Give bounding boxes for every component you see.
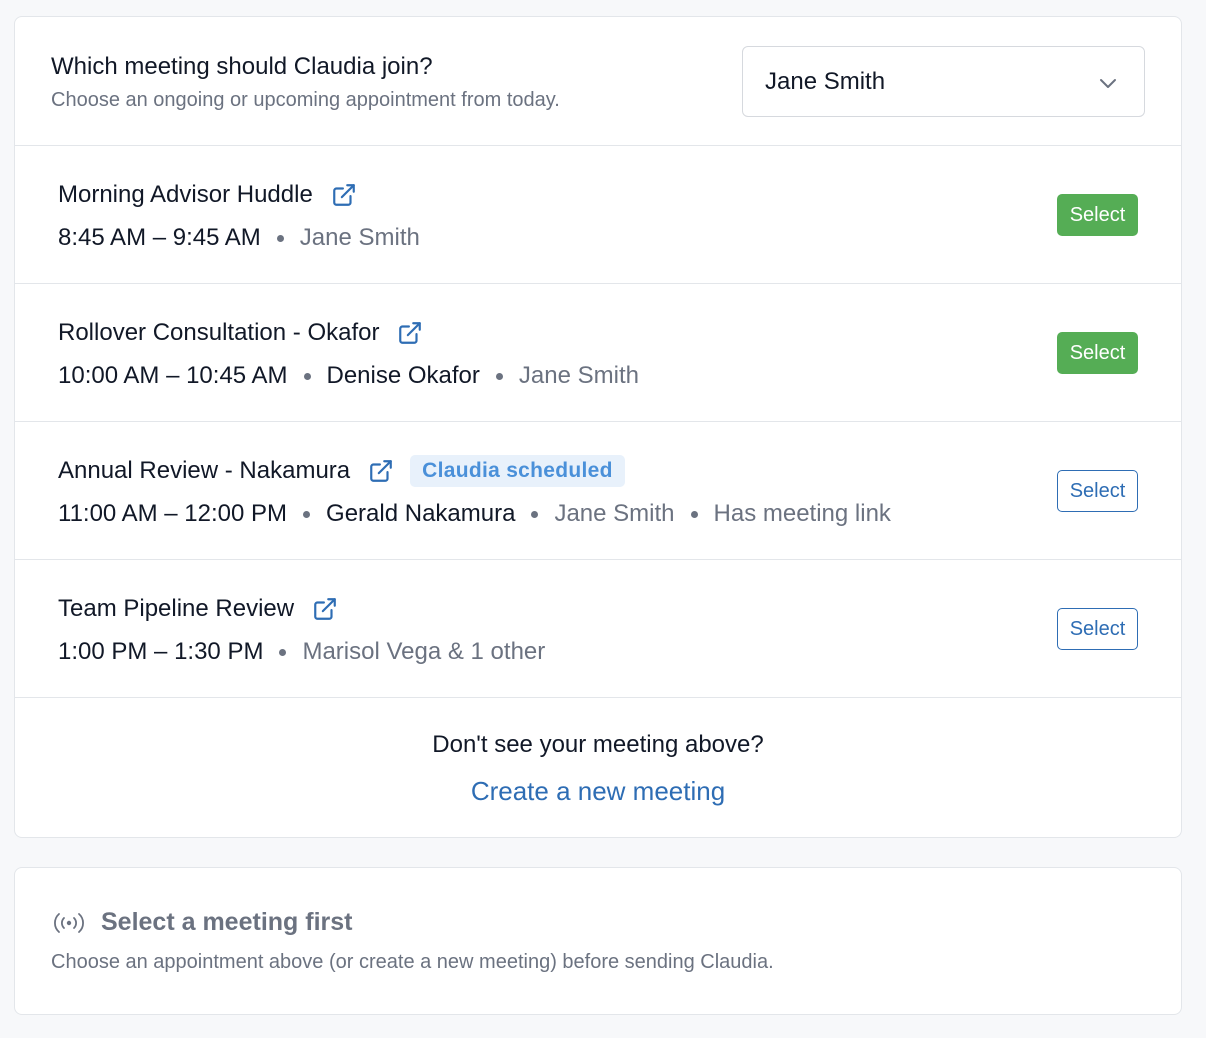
meeting-meta: 1:00 PM – 1:30 PM Marisol Vega & 1 other <box>58 636 545 668</box>
external-link-icon[interactable] <box>368 458 394 484</box>
picker-header: Which meeting should Claudia join? Choos… <box>15 17 1181 146</box>
external-link-icon[interactable] <box>397 320 423 346</box>
meeting-row: Team Pipeline Review 1:00 PM – 1:30 PM Mar… <box>15 560 1181 698</box>
status-header: Select a meeting first <box>53 908 352 937</box>
meeting-advisor: Jane Smith <box>518 362 639 389</box>
separator-dot <box>531 510 539 518</box>
separator-dot <box>276 234 284 242</box>
missing-meeting-question: Don't see your meeting above? <box>432 731 764 758</box>
separator-dot <box>279 648 287 656</box>
meeting-title: Annual Review - Nakamura <box>58 457 351 484</box>
meeting-meta: 10:00 AM – 10:45 AM Denise Okafor Jane Smi… <box>58 360 639 392</box>
external-link-icon[interactable] <box>331 182 357 208</box>
meeting-time: 11:00 AM – 12:00 PM <box>58 500 288 527</box>
meeting-title: Rollover Consultation - Okafor <box>58 319 380 346</box>
meeting-title-line: Team Pipeline Review <box>58 592 338 626</box>
meeting-advisor: Jane Smith <box>554 500 675 527</box>
meeting-row: Annual Review - Nakamura Claudia schedule… <box>15 422 1181 560</box>
meeting-list: Morning Advisor Huddle 8:45 AM – 9:45 AM J… <box>15 146 1181 698</box>
advisor-select-value: Jane Smith <box>765 68 886 95</box>
claudia-scheduled-badge: Claudia scheduled <box>410 455 625 487</box>
meeting-row: Rollover Consultation - Okafor 10:00 AM –… <box>15 284 1181 422</box>
broadcast-icon <box>54 912 84 933</box>
meeting-title: Team Pipeline Review <box>58 595 295 622</box>
select-meeting-button[interactable]: Select <box>1057 470 1138 512</box>
meeting-picker-card: Which meeting should Claudia join? Choos… <box>14 16 1182 838</box>
separator-dot <box>303 510 311 518</box>
select-meeting-button[interactable]: Select <box>1057 194 1138 236</box>
meeting-title-line: Morning Advisor Huddle <box>58 178 357 212</box>
meeting-title: Morning Advisor Huddle <box>58 181 313 208</box>
create-meeting-footer: Don't see your meeting above? Create a n… <box>15 698 1181 837</box>
meeting-client: Gerald Nakamura <box>326 500 516 527</box>
external-link-icon[interactable] <box>312 596 338 622</box>
create-meeting-link[interactable]: Create a new meeting <box>15 776 1181 807</box>
meeting-link-status: Has meeting link <box>713 500 891 527</box>
select-meeting-button[interactable]: Select <box>1057 332 1138 374</box>
meeting-meta: 8:45 AM – 9:45 AM Jane Smith <box>58 222 420 254</box>
meeting-time: 1:00 PM – 1:30 PM <box>58 638 264 665</box>
picker-subtitle: Choose an ongoing or upcoming appointmen… <box>51 89 560 111</box>
meeting-time: 8:45 AM – 9:45 AM <box>58 224 261 251</box>
separator-dot <box>303 372 311 380</box>
meeting-row: Morning Advisor Huddle 8:45 AM – 9:45 AM J… <box>15 146 1181 284</box>
meeting-client: Denise Okafor <box>326 362 480 389</box>
chevron-down-icon <box>1100 79 1116 88</box>
meeting-title-line: Annual Review - Nakamura Claudia schedule… <box>58 454 625 488</box>
meeting-time: 10:00 AM – 10:45 AM <box>58 362 288 389</box>
meeting-meta: 11:00 AM – 12:00 PM Gerald Nakamura Jane S… <box>58 498 891 530</box>
meeting-advisor: Marisol Vega & 1 other <box>302 638 546 665</box>
picker-title: Which meeting should Claudia join? <box>51 53 433 80</box>
status-title: Select a meeting first <box>101 908 353 936</box>
advisor-select[interactable]: Jane Smith <box>742 46 1145 117</box>
status-card: Select a meeting first Choose an appoint… <box>14 867 1182 1015</box>
separator-dot <box>690 510 698 518</box>
separator-dot <box>495 372 503 380</box>
meeting-title-line: Rollover Consultation - Okafor <box>58 316 423 350</box>
meeting-advisor: Jane Smith <box>299 224 420 251</box>
select-meeting-button[interactable]: Select <box>1057 608 1138 650</box>
status-description: Choose an appointment above (or create a… <box>51 951 774 973</box>
